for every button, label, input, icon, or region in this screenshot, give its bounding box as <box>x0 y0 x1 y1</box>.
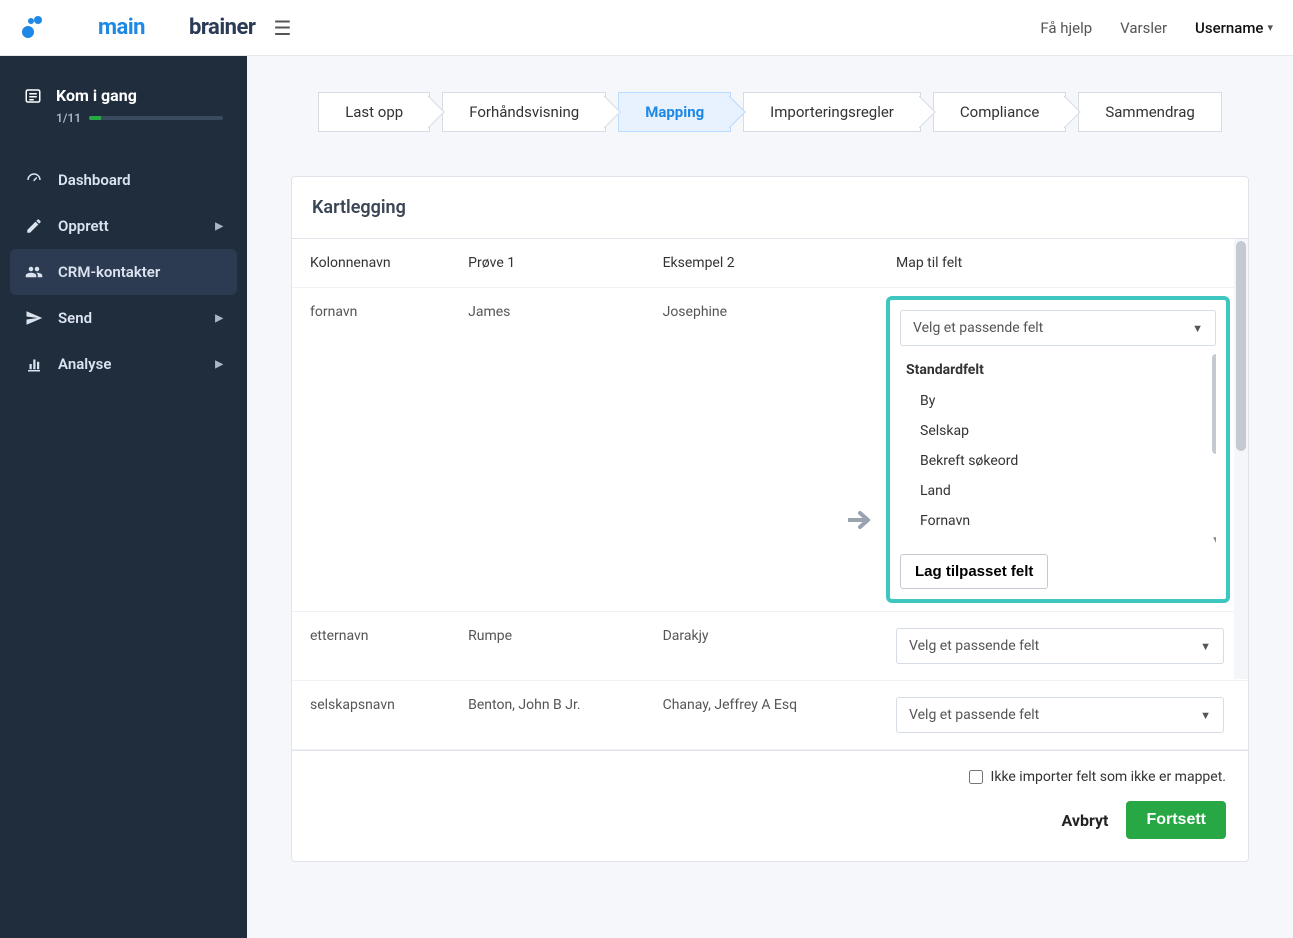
table-row: etternavn Rumpe Darakjy Velg et passende… <box>292 612 1248 681</box>
users-icon <box>24 263 44 281</box>
chevron-right-icon: ▶ <box>215 313 223 324</box>
step-mapping[interactable]: Mapping <box>618 92 731 132</box>
sidebar-item-label: CRM-kontakter <box>58 263 160 281</box>
step-preview[interactable]: Forhåndsvisning <box>442 92 606 132</box>
table-header-row: Kolonnenavn Prøve 1 Eksempel 2 Map til f… <box>292 239 1248 288</box>
cell-colname: selskapsnavn <box>292 681 450 750</box>
main-content: Last opp Forhåndsvisning Mapping Importe… <box>247 56 1293 938</box>
stepper: Last opp Forhåndsvisning Mapping Importe… <box>291 92 1249 132</box>
user-menu[interactable]: Username <box>1195 19 1273 37</box>
hamburger-icon[interactable]: ☰ <box>273 16 291 40</box>
logo[interactable]: mainbrainer <box>20 15 255 40</box>
col-header: Map til felt <box>878 239 1248 288</box>
cell-colname: fornavn <box>292 288 450 612</box>
alerts-link[interactable]: Varsler <box>1120 19 1167 37</box>
table-row: selskapsnavn Benton, John B Jr. Chanay, … <box>292 681 1248 750</box>
sidebar-item-crm-contacts[interactable]: CRM-kontakter <box>10 249 237 295</box>
dropdown-option[interactable]: Bekreft søkeord <box>900 446 1216 476</box>
logo-text-brainer: brainer <box>189 15 255 40</box>
arrow-indicator-icon <box>848 510 876 530</box>
logo-icon <box>20 16 48 40</box>
checklist-icon <box>24 87 42 105</box>
caret-down-icon: ▼ <box>1200 709 1211 722</box>
skip-unmapped-input[interactable] <box>969 770 983 784</box>
mapping-card: Kartlegging Kolonnenavn Prøve 1 Eksempel… <box>291 176 1249 862</box>
scroll-down-icon: ▼ <box>1211 535 1216 544</box>
mapping-table: Kolonnenavn Prøve 1 Eksempel 2 Map til f… <box>292 239 1248 750</box>
chart-icon <box>24 355 44 373</box>
cell-colname: etternavn <box>292 612 450 681</box>
map-field-select[interactable]: Velg et passende felt ▼ <box>900 310 1216 346</box>
onboarding-title: Kom i gang <box>56 86 137 105</box>
caret-down-icon: ▼ <box>1192 322 1203 335</box>
help-link[interactable]: Få hjelp <box>1040 19 1092 37</box>
skip-unmapped-checkbox[interactable]: Ikke importer felt som ikke er mappet. <box>969 769 1226 785</box>
sidebar-item-create[interactable]: Opprett ▶ <box>0 203 247 249</box>
cell-sample2: Chanay, Jeffrey A Esq <box>645 681 878 750</box>
card-footer: Ikke importer felt som ikke er mappet. A… <box>292 750 1248 861</box>
cancel-button[interactable]: Avbryt <box>1062 811 1109 830</box>
col-header: Eksempel 2 <box>645 239 878 288</box>
cell-sample1: James <box>450 288 644 612</box>
chevron-right-icon: ▶ <box>215 359 223 370</box>
map-field-select[interactable]: Velg et passende felt ▼ <box>896 628 1224 664</box>
topbar: mainbrainer ☰ Få hjelp Varsler Username <box>0 0 1293 56</box>
sidebar-nav: Dashboard Opprett ▶ CRM-kontakter Send <box>0 157 247 387</box>
onboarding-progress-track <box>89 116 223 120</box>
dropdown-option[interactable]: Land <box>900 476 1216 506</box>
chevron-right-icon: ▶ <box>215 221 223 232</box>
skip-unmapped-label: Ikke importer felt som ikke er mappet. <box>991 769 1226 785</box>
caret-down-icon: ▼ <box>1200 640 1211 653</box>
onboarding-block[interactable]: Kom i gang 1/11 <box>0 86 247 149</box>
sidebar-item-dashboard[interactable]: Dashboard <box>0 157 247 203</box>
select-placeholder: Velg et passende felt <box>909 638 1039 654</box>
card-title: Kartlegging <box>292 177 1248 239</box>
col-header: Kolonnenavn <box>292 239 450 288</box>
sidebar-item-label: Send <box>58 309 92 327</box>
step-import-rules[interactable]: Importeringsregler <box>743 92 921 132</box>
sidebar: Kom i gang 1/11 Dashboard Opprett ▶ <box>0 56 247 938</box>
cell-sample2: Darakjy <box>645 612 878 681</box>
map-field-select[interactable]: Velg et passende felt ▼ <box>896 697 1224 733</box>
send-icon <box>24 309 44 327</box>
field-dropdown-highlight: Velg et passende felt ▼ Standardfelt By … <box>886 296 1230 603</box>
field-dropdown-panel: Standardfelt By Selskap Bekreft søkeord … <box>900 354 1216 544</box>
sidebar-item-label: Dashboard <box>58 171 131 189</box>
sidebar-item-analyze[interactable]: Analyse ▶ <box>0 341 247 387</box>
dropdown-option[interactable]: Fornavn <box>900 506 1216 536</box>
select-placeholder: Velg et passende felt <box>913 320 1043 336</box>
col-header: Prøve 1 <box>450 239 644 288</box>
step-compliance[interactable]: Compliance <box>933 92 1066 132</box>
table-scrollbar[interactable] <box>1234 239 1248 679</box>
sidebar-item-label: Analyse <box>58 355 111 373</box>
dropdown-option[interactable]: By <box>900 386 1216 416</box>
sidebar-item-label: Opprett <box>58 217 109 235</box>
dashboard-icon <box>24 171 44 189</box>
sidebar-item-send[interactable]: Send ▶ <box>0 295 247 341</box>
dropdown-group-label: Standardfelt <box>900 354 1216 386</box>
pencil-icon <box>24 217 44 235</box>
dropdown-option[interactable]: Selskap <box>900 416 1216 446</box>
table-row: fornavn James Josephine Velg et passende… <box>292 288 1248 612</box>
cell-sample2: Josephine <box>645 288 878 612</box>
onboarding-progress-label: 1/11 <box>56 111 81 125</box>
dropdown-scrollbar[interactable]: ▼ <box>1210 354 1216 544</box>
cell-sample1: Benton, John B Jr. <box>450 681 644 750</box>
step-summary[interactable]: Sammendrag <box>1078 92 1221 132</box>
step-upload[interactable]: Last opp <box>318 92 430 132</box>
cell-sample1: Rumpe <box>450 612 644 681</box>
continue-button[interactable]: Fortsett <box>1126 801 1226 839</box>
select-placeholder: Velg et passende felt <box>909 707 1039 723</box>
create-custom-field-button[interactable]: Lag tilpasset felt <box>900 554 1048 589</box>
